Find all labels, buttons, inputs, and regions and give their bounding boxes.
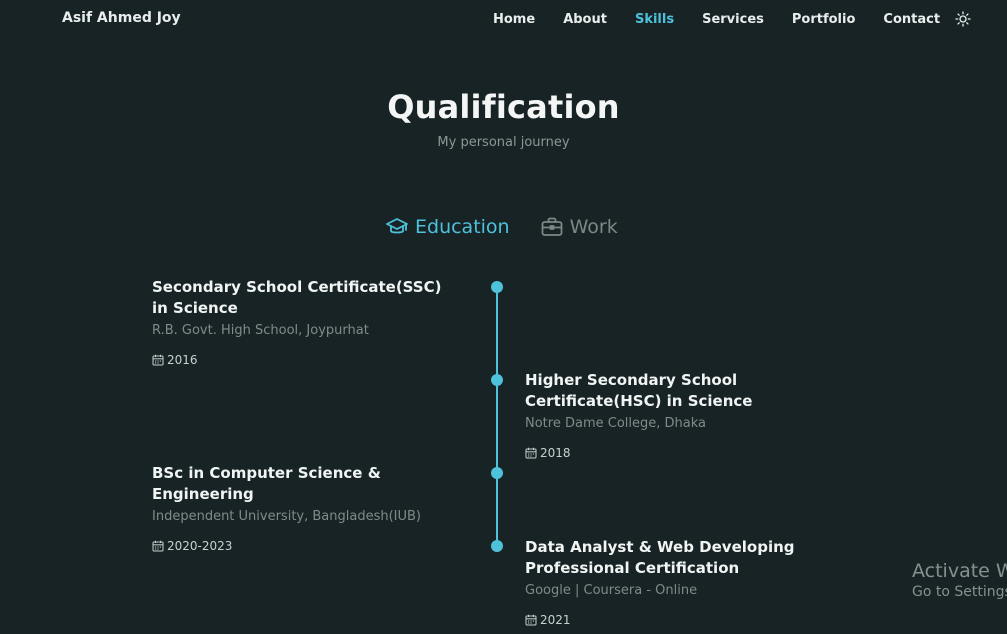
qualification-tabs: Education Work xyxy=(385,215,618,239)
tab-work-label: Work xyxy=(569,216,618,238)
entry-date: 2016 xyxy=(152,353,452,367)
tab-education-label: Education xyxy=(415,216,510,238)
main-nav: Home About Skills Services Portfolio Con… xyxy=(493,10,972,28)
briefcase-icon xyxy=(540,215,564,239)
entry-date-text: 2016 xyxy=(167,353,198,367)
header: Asif Ahmed Joy Home About Skills Service… xyxy=(0,0,1007,38)
timeline-entry: Secondary School Certificate(SSC) in Sci… xyxy=(152,277,452,367)
watermark-title: Activate W xyxy=(912,560,1007,582)
nav-contact[interactable]: Contact xyxy=(883,12,940,27)
timeline-line xyxy=(496,287,498,547)
graduation-cap-icon xyxy=(385,215,409,239)
timeline-dot xyxy=(491,467,503,479)
entry-title: Higher Secondary School Certificate(HSC)… xyxy=(525,371,753,410)
calendar-icon xyxy=(152,540,164,552)
entry-date: 2018 xyxy=(525,446,845,460)
timeline-entry: Higher Secondary School Certificate(HSC)… xyxy=(525,370,845,460)
section-title: Qualification xyxy=(387,88,620,126)
entry-date-text: 2018 xyxy=(540,446,571,460)
calendar-icon xyxy=(525,447,537,459)
entry-date: 2020-2023 xyxy=(152,539,472,553)
tab-education[interactable]: Education xyxy=(385,215,510,239)
entry-title: Secondary School Certificate(SSC) in Sci… xyxy=(152,278,442,317)
sun-icon[interactable] xyxy=(954,10,972,28)
entry-institution: Google | Coursera - Online xyxy=(525,583,698,598)
entry-institution: Notre Dame College, Dhaka xyxy=(525,416,706,431)
portfolio-page: Asif Ahmed Joy Home About Skills Service… xyxy=(0,0,1007,634)
entry-date: 2021 xyxy=(525,613,825,627)
timeline-dot xyxy=(491,540,503,552)
entry-title: Data Analyst & Web Developing Profession… xyxy=(525,538,795,577)
nav-services[interactable]: Services xyxy=(702,12,764,27)
nav-skills[interactable]: Skills xyxy=(635,12,674,27)
tab-work[interactable]: Work xyxy=(540,215,618,239)
entry-institution: Independent University, Bangladesh(IUB) xyxy=(152,509,422,524)
timeline-dot xyxy=(491,281,503,293)
nav-home[interactable]: Home xyxy=(493,12,535,27)
site-logo[interactable]: Asif Ahmed Joy xyxy=(62,10,181,26)
section-subtitle: My personal journey xyxy=(437,135,570,150)
entry-institution: R.B. Govt. High School, Joypurhat xyxy=(152,323,369,338)
watermark-subtitle: Go to Settings xyxy=(912,584,1007,600)
calendar-icon xyxy=(152,354,164,366)
nav-portfolio[interactable]: Portfolio xyxy=(792,12,856,27)
nav-about[interactable]: About xyxy=(563,12,607,27)
timeline-entry: Data Analyst & Web Developing Profession… xyxy=(525,537,825,627)
timeline-dot xyxy=(491,374,503,386)
entry-date-text: 2020-2023 xyxy=(167,539,233,553)
calendar-icon xyxy=(525,614,537,626)
windows-activation-watermark: Activate W Go to Settings xyxy=(912,560,1007,600)
timeline-entry: BSc in Computer Science & Engineering In… xyxy=(152,463,472,553)
entry-date-text: 2021 xyxy=(540,613,571,627)
entry-title: BSc in Computer Science & Engineering xyxy=(152,464,381,503)
